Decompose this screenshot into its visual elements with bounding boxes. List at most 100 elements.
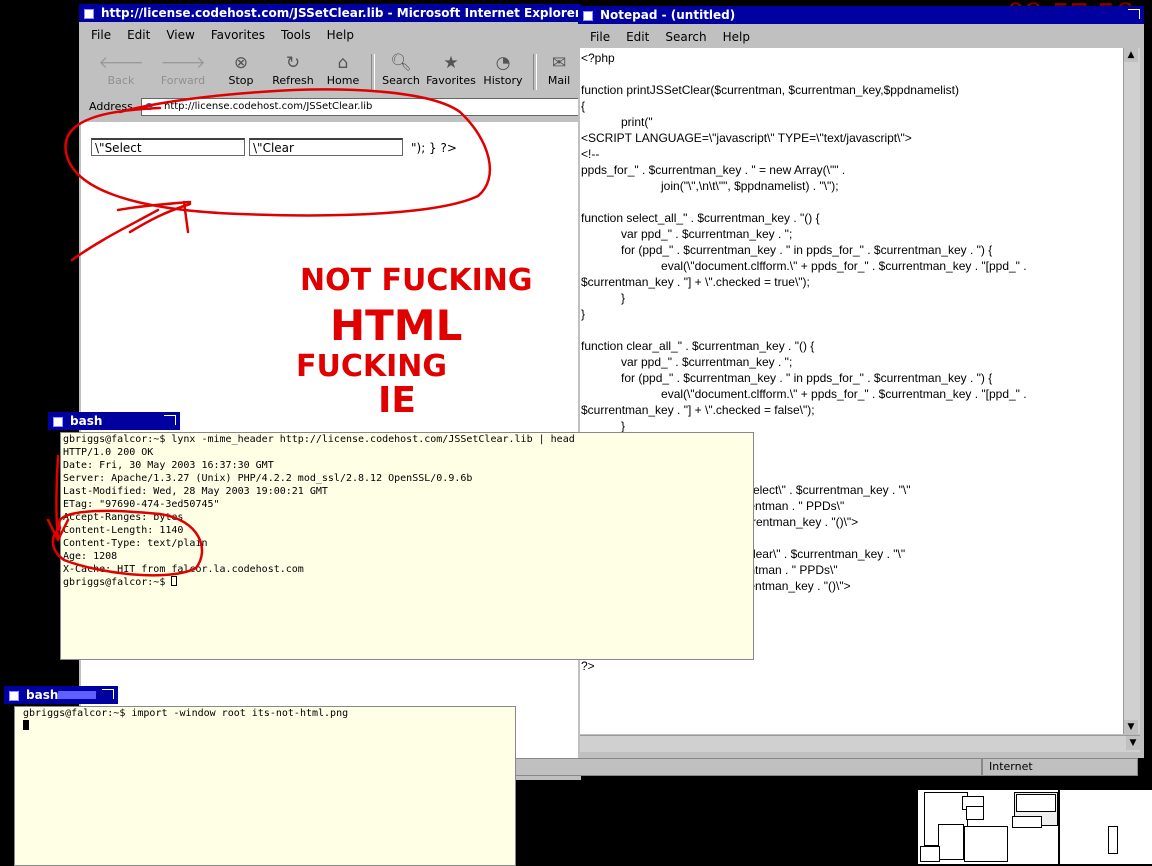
favorites-button[interactable]: ★ Favorites — [425, 52, 477, 92]
terminal-line: Date: Fri, 30 May 2003 16:37:30 GMT — [63, 460, 274, 471]
notepad-horizontal-scrollbar[interactable]: ▼ — [580, 735, 1140, 752]
np-menu-help[interactable]: Help — [721, 30, 752, 44]
notepad-titlebar[interactable]: Notepad - (untitled) — [578, 6, 1144, 24]
ie-title: http://license.codehost.com/JSSetClear.l… — [101, 6, 581, 20]
bash1-titlebar[interactable]: bash — [48, 412, 180, 430]
resize-icon[interactable] — [1128, 9, 1140, 19]
stop-button[interactable]: ⊗ Stop — [215, 52, 267, 92]
address-url: http://license.codehost.com/JSSetClear.l… — [164, 101, 373, 112]
resize-icon[interactable] — [164, 415, 176, 425]
terminal-line: Content-Length: 1140 — [63, 525, 184, 536]
bash2-titlebar[interactable]: bash — [4, 686, 118, 704]
menu-tools[interactable]: Tools — [279, 28, 313, 42]
favorites-icon: ★ — [443, 53, 459, 73]
menu-help[interactable]: Help — [325, 28, 356, 42]
terminal-line: Content-Type: text/plain — [63, 538, 208, 549]
pager-window[interactable] — [1016, 794, 1056, 812]
menu-file[interactable]: File — [89, 28, 113, 42]
pager-window[interactable] — [920, 846, 940, 862]
code-line: for (ppd_" . $currentman_key . " in ppds… — [581, 371, 993, 385]
notepad-title: Notepad - (untitled) — [600, 8, 736, 22]
refresh-icon: ↻ — [285, 53, 301, 73]
code-line: function clear_all_" . $currentman_key .… — [581, 339, 815, 353]
terminal-line: X-Cache: HIT from falcor.la.codehost.com — [63, 564, 304, 575]
address-label: Address — [89, 100, 133, 113]
history-icon: ◔ — [495, 53, 511, 73]
np-menu-search[interactable]: Search — [663, 30, 708, 44]
code-line: function select_all_" . $currentman_key … — [581, 211, 820, 225]
code-line: $currentman_key . "] + \".checked = true… — [581, 275, 810, 289]
menu-edit[interactable]: Edit — [125, 28, 152, 42]
pager-window[interactable] — [938, 824, 964, 860]
pager-window[interactable] — [964, 826, 1008, 862]
pager-divider — [1058, 790, 1060, 864]
code-line: eval(\"document.clfform.\" + ppds_for_" … — [581, 387, 1027, 401]
code-line: <?php — [581, 51, 615, 65]
terminal-line: Age: 1208 — [63, 551, 118, 562]
notepad-menubar: File Edit Search Help — [578, 28, 1144, 46]
home-icon: ⌂ — [337, 53, 349, 73]
select-input-field[interactable]: \"Select — [91, 138, 245, 156]
code-line: var ppd_" . $currentman_key . "; — [581, 355, 793, 369]
window-menu-icon[interactable] — [583, 11, 593, 21]
np-menu-edit[interactable]: Edit — [624, 30, 651, 44]
forward-button[interactable]: 🡒 Forward — [157, 52, 209, 92]
terminal-line: ETag: "97690-474-3ed50745" — [63, 499, 220, 510]
ie-window[interactable]: http://license.codehost.com/JSSetClear.l… — [79, 4, 581, 780]
ie-menubar: File Edit View Favorites Tools Help — [79, 26, 581, 44]
ie-status-main — [506, 758, 982, 776]
terminal-line: Accept-Ranges: bytes — [63, 512, 184, 523]
scroll-down-icon[interactable]: ▼ — [1124, 720, 1138, 734]
code-line: var ppd_" . $currentman_key . "; — [581, 227, 793, 241]
forward-arrow-icon: 🡒 — [160, 53, 206, 73]
address-bar: Address e http://license.codehost.com/JS… — [79, 96, 581, 118]
bash-window-1[interactable]: bash gbriggs@falcor:~$ lynx -mime_header… — [48, 412, 754, 660]
back-button[interactable]: 🡐 Back — [95, 52, 147, 92]
window-menu-icon[interactable] — [53, 417, 63, 427]
history-button[interactable]: ◔ History — [477, 52, 529, 92]
address-input[interactable]: e http://license.codehost.com/JSSetClear… — [141, 98, 581, 116]
refresh-button[interactable]: ↻ Refresh — [267, 52, 319, 92]
ie-toolbar: 🡐 Back 🡒 Forward ⊗ Stop ↻ Refresh ⌂ Home 🔍︎ Se… — [79, 50, 581, 94]
scroll-up-icon[interactable]: ▲ — [1124, 48, 1138, 62]
window-menu-icon[interactable] — [9, 691, 19, 701]
terminal-line: HTTP/1.0 200 OK — [63, 447, 154, 458]
bash2-terminal[interactable]: gbriggs@falcor:~$ import -window root it… — [14, 706, 516, 866]
page-trailing-text: "); } ?> — [411, 141, 457, 155]
code-line: { — [581, 99, 586, 113]
home-button[interactable]: ⌂ Home — [317, 52, 369, 92]
code-line: ppds_for_" . $currentman_key . " = new A… — [581, 163, 846, 177]
window-menu-icon[interactable] — [84, 9, 94, 19]
code-line: <!-- — [581, 147, 600, 161]
search-icon: 🔍︎ — [390, 53, 412, 73]
code-line: function printJSSetClear($currentman, $c… — [581, 83, 959, 97]
pager-window[interactable] — [966, 806, 984, 820]
bash1-terminal[interactable]: gbriggs@falcor:~$ lynx -mime_header http… — [60, 432, 754, 660]
ie-status-zone: Internet — [982, 758, 1138, 776]
resize-icon[interactable] — [102, 689, 114, 699]
code-line: eval(\"document.clfform.\" + ppds_for_" … — [581, 259, 1027, 273]
desktop-pager[interactable] — [918, 790, 1152, 864]
terminal-line: gbriggs@falcor:~$ lynx -mime_header http… — [63, 434, 575, 445]
code-line: <SCRIPT LANGUAGE=\"javascript\" TYPE=\"t… — [581, 131, 912, 145]
bash-window-2[interactable]: bash gbriggs@falcor:~$ import -window ro… — [4, 686, 516, 866]
terminal-cursor — [23, 720, 29, 730]
terminal-line: Server: Apache/1.3.27 (Unix) PHP/4.2.2 m… — [63, 473, 473, 484]
ie-titlebar[interactable]: http://license.codehost.com/JSSetClear.l… — [79, 4, 581, 22]
clear-input-field[interactable]: \"Clear — [249, 138, 403, 156]
search-button[interactable]: 🔍︎ Search — [375, 52, 427, 92]
np-menu-file[interactable]: File — [588, 30, 612, 44]
title-filler — [58, 691, 96, 699]
terminal-line: Last-Modified: Wed, 28 May 2003 19:00:21… — [63, 486, 328, 497]
stop-icon: ⊗ — [233, 53, 249, 73]
notepad-vertical-scrollbar[interactable]: ▲ ▼ — [1123, 48, 1140, 734]
menu-view[interactable]: View — [164, 28, 196, 42]
pager-window[interactable] — [1012, 816, 1042, 828]
pager-window[interactable] — [1108, 826, 1118, 854]
menu-favorites[interactable]: Favorites — [209, 28, 267, 42]
ie-page-icon: e — [145, 99, 154, 113]
scroll-down-icon[interactable]: ▼ — [1126, 736, 1140, 750]
